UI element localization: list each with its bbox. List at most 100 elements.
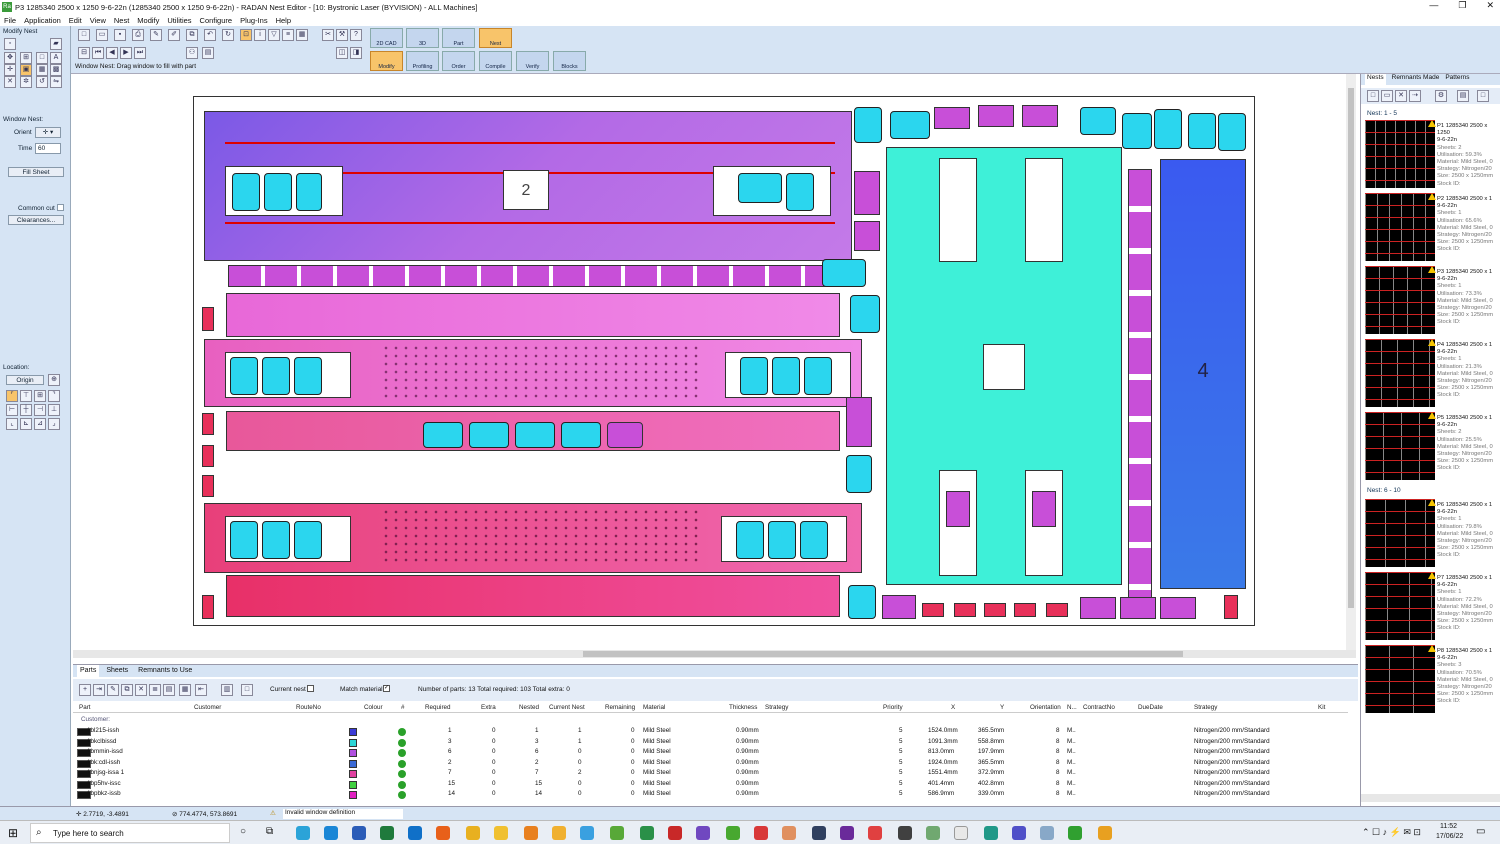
nest-item[interactable]: P4 1285340 2500 x 1 9-6-22n Sheets: 1 Utili…	[1365, 339, 1497, 407]
nest-item[interactable]: P8 1285340 2500 x 1 9-6-22n Sheets: 3 Utili…	[1365, 645, 1497, 713]
copy-icon[interactable]: ⧉	[186, 29, 198, 41]
teams-icon[interactable]	[1012, 826, 1026, 840]
colour-swatch[interactable]	[349, 728, 357, 736]
nest-thumbnail[interactable]	[1365, 412, 1435, 480]
cyan-part[interactable]	[800, 521, 828, 559]
red-small-part[interactable]	[954, 603, 976, 617]
check-icon[interactable]	[398, 770, 406, 778]
magenta-part[interactable]	[978, 105, 1014, 127]
notification-icon[interactable]: ▭	[1476, 826, 1485, 837]
filter-icon[interactable]: ▽	[268, 29, 280, 41]
red-small-part[interactable]	[1046, 603, 1068, 617]
excel-icon[interactable]	[380, 826, 394, 840]
flower-icon[interactable]: ✲	[20, 76, 32, 88]
corner-bc-icon[interactable]: ⊾	[20, 418, 32, 430]
menu-help[interactable]: Help	[276, 16, 291, 25]
check-icon[interactable]	[398, 759, 406, 768]
colour-swatch[interactable]	[349, 791, 357, 799]
menu-file[interactable]: File	[4, 16, 16, 25]
magenta-part[interactable]	[1160, 597, 1196, 619]
verify-button[interactable]: Verify	[516, 51, 549, 71]
table-row[interactable]: 1bpbkz-issb 14 0 14 0 0 Mild Steel 0.90mm 5 586.9…	[73, 790, 1348, 801]
colour-swatch[interactable]	[349, 759, 357, 768]
table-row[interactable]: 1bmmin-issd 6 0 6 0 0 Mild Steel 0.90mm 5 813.0mm…	[73, 748, 1348, 759]
app4-icon[interactable]	[610, 826, 624, 840]
crosshair-icon[interactable]: ⊕	[48, 374, 60, 386]
app6-icon[interactable]	[668, 826, 682, 840]
2d-cad-button[interactable]: 2D CAD	[370, 28, 403, 48]
edit-part-icon[interactable]: ✎	[107, 684, 119, 696]
scissors-icon[interactable]: ✂	[322, 29, 334, 41]
table-row[interactable]: 1bk:cdl-issh 2 0 2 0 0 Mild Steel 0.90mm 5 1924.0…	[73, 759, 1348, 770]
nests-scrollbar[interactable]	[1361, 794, 1500, 802]
cyan-part[interactable]	[772, 357, 800, 395]
cyan-part[interactable]	[768, 521, 796, 559]
nest-item[interactable]: P2 1285340 2500 x 1 9-6-22n Sheets: 1 Utili…	[1365, 193, 1497, 261]
nest-thumbnail[interactable]	[1365, 120, 1435, 188]
task-view-icon[interactable]: ⧉	[266, 826, 273, 837]
magenta-part[interactable]	[854, 221, 880, 251]
menu-plugins[interactable]: Plug-Ins	[240, 16, 268, 25]
colour-swatch[interactable]	[349, 770, 357, 778]
view-icon[interactable]: ▤	[1457, 90, 1469, 102]
magenta-part[interactable]	[846, 397, 872, 447]
tab-nests[interactable]: Nests	[1365, 74, 1386, 85]
magenta-part[interactable]	[946, 491, 970, 527]
cyan-part[interactable]	[890, 111, 930, 139]
colour-swatch[interactable]	[349, 749, 357, 757]
check-icon[interactable]	[398, 749, 406, 757]
clearances-button[interactable]: Clearances...	[8, 215, 64, 225]
rotate-icon[interactable]: ↺	[36, 76, 48, 88]
settings-icon[interactable]: ⚙	[1435, 90, 1447, 102]
move2-icon[interactable]: ✛	[4, 64, 16, 76]
chrome-icon[interactable]	[466, 826, 480, 840]
pink-part-1[interactable]	[226, 293, 840, 337]
current-nest-checkbox[interactable]	[307, 685, 314, 692]
nest-thumbnail[interactable]	[1365, 572, 1435, 640]
users-icon[interactable]: ⚇	[186, 47, 198, 59]
panel-view-icon[interactable]: ◨	[350, 47, 362, 59]
edge2-icon[interactable]	[324, 826, 338, 840]
text-icon[interactable]: A	[50, 52, 62, 64]
app-icon[interactable]	[494, 826, 508, 840]
cyan-part[interactable]	[1218, 113, 1246, 151]
radan-taskbar-icon[interactable]	[1068, 826, 1082, 840]
nest-list-icon[interactable]: ⊟	[78, 47, 90, 59]
export-icon[interactable]: ⇤	[195, 684, 207, 696]
table-row[interactable]: 1bp5hv-issc 15 0 15 0 0 Mild Steel 0.90mm 5 401.4…	[73, 780, 1348, 791]
first-icon[interactable]: ⏮	[92, 47, 104, 59]
draw-icon[interactable]: ✎	[150, 29, 162, 41]
columns-icon[interactable]: ▥	[221, 684, 233, 696]
nest-thumbnail[interactable]	[1365, 193, 1435, 261]
red-small-part[interactable]	[202, 445, 214, 467]
arrange-icon[interactable]: ⊞	[20, 52, 32, 64]
large-cyan-part[interactable]	[886, 147, 1122, 585]
profiling-button[interactable]: Profiling	[406, 51, 439, 71]
tray-icons[interactable]: ⌃ ☐ ♪ ⚡ ✉ ⊡	[1362, 827, 1421, 838]
cyan-part[interactable]	[736, 521, 764, 559]
orient-select[interactable]: ✛ ▾	[35, 127, 61, 138]
nest-button[interactable]: Nest	[479, 28, 512, 48]
pen-icon[interactable]: ✐	[168, 29, 180, 41]
window-nest-tool-icon[interactable]: ▣	[20, 64, 32, 76]
tab-patterns[interactable]: Patterns	[1445, 74, 1469, 85]
app8-icon[interactable]	[726, 826, 740, 840]
cyan-part[interactable]	[294, 521, 322, 559]
rect-icon[interactable]: □	[36, 52, 48, 64]
nest-item[interactable]: P1 1285340 2500 x 1250 9-6-22n Sheets: 2 Ut…	[1365, 120, 1497, 188]
cyan-part[interactable]	[846, 455, 872, 493]
grid2-icon[interactable]: ▩	[50, 64, 62, 76]
print-icon[interactable]: ⎙	[132, 29, 144, 41]
magenta-part[interactable]	[882, 595, 916, 619]
menu-configure[interactable]: Configure	[200, 16, 233, 25]
cyan-part[interactable]	[850, 295, 880, 333]
pink-part-5[interactable]	[226, 575, 840, 617]
nest-thumbnail[interactable]	[1365, 499, 1435, 567]
corner-l-icon[interactable]: ⊢	[6, 404, 18, 416]
cyan-part[interactable]	[848, 585, 876, 619]
app13-icon[interactable]	[868, 826, 882, 840]
red-small-part[interactable]	[922, 603, 944, 617]
app14-icon[interactable]	[898, 826, 912, 840]
tab-sheets[interactable]: Sheets	[103, 665, 131, 677]
app11-icon[interactable]	[812, 826, 826, 840]
